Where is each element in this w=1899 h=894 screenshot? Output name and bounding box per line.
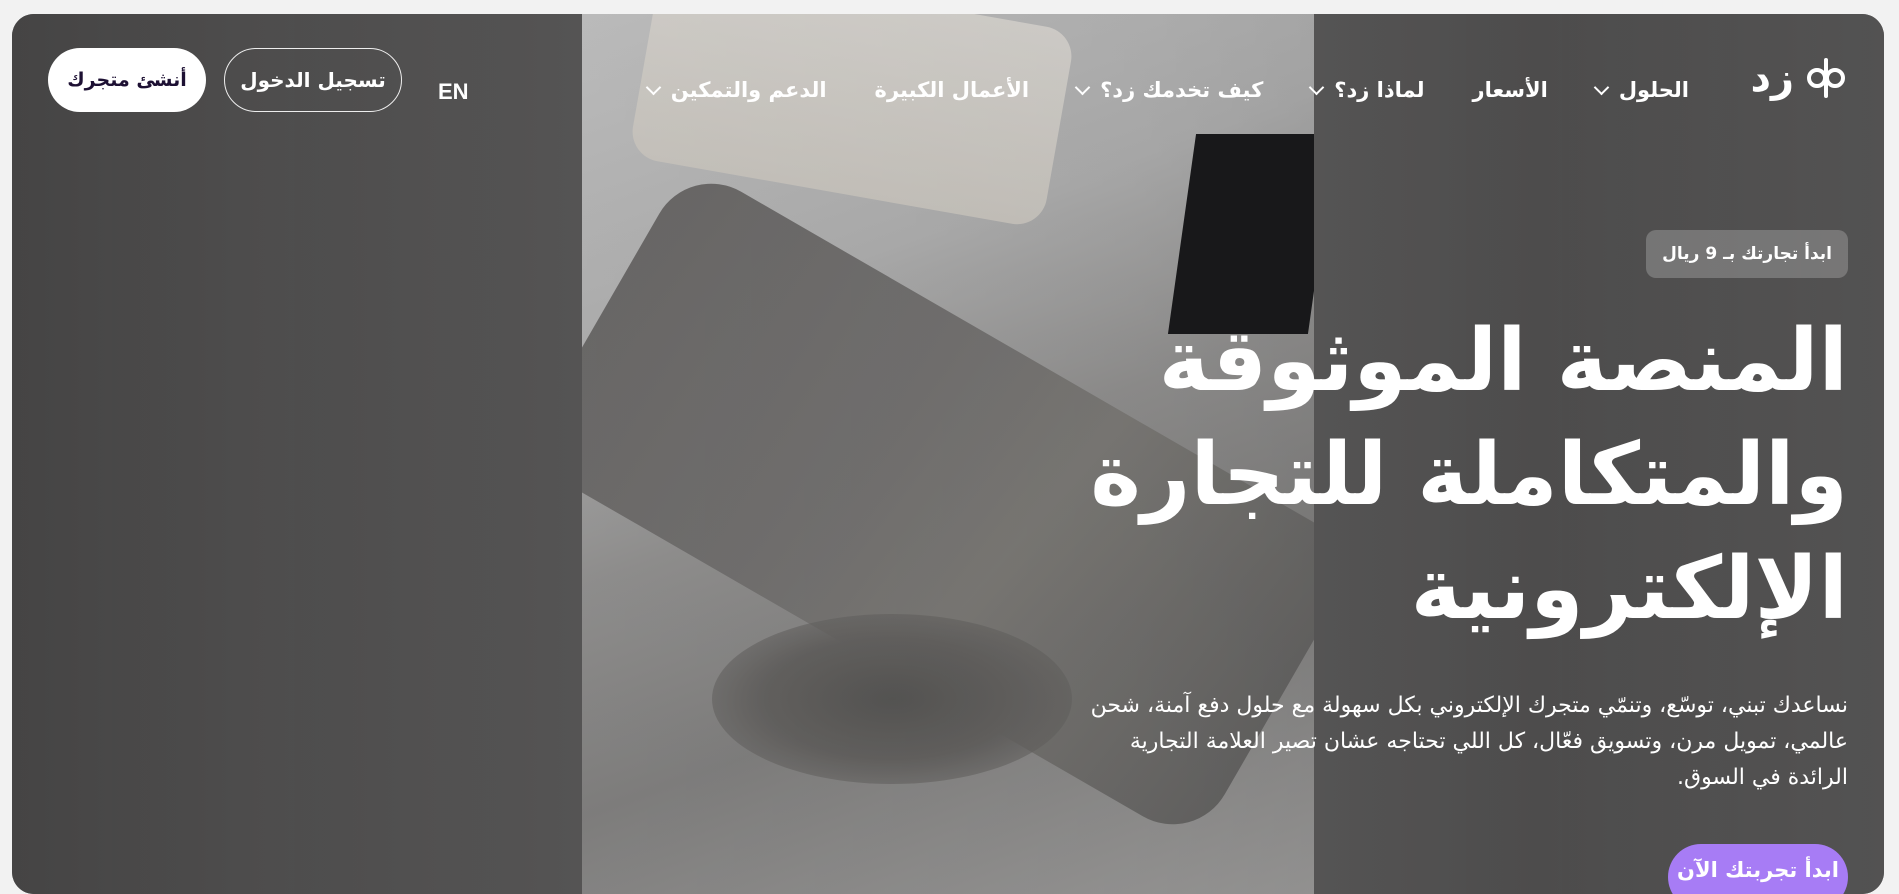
hero-title: المنصة الموثوقة والمتكاملة للتجارة الإلك… — [948, 304, 1848, 646]
chevron-down-icon — [1074, 79, 1091, 95]
hero-section: زد الحلول الأسعار لماذا زد؟ كيف تخدمك زد… — [12, 14, 1884, 894]
hero-description: نساعدك تبني، توسّع، وتنمّي متجرك الإلكتر… — [1090, 693, 1848, 790]
promo-badge: ابدأ تجارتك بـ 9 ريال — [1646, 230, 1848, 278]
login-button[interactable]: تسجيل الدخول — [224, 48, 402, 112]
nav-item-enterprise[interactable]: الأعمال الكبيرة — [875, 78, 1030, 102]
language-toggle[interactable]: EN — [438, 79, 469, 105]
chevron-down-icon — [1309, 79, 1325, 95]
nav-item-label: لماذا زد؟ — [1334, 78, 1425, 102]
chevron-down-icon — [1593, 79, 1610, 95]
zid-knot-icon — [1807, 58, 1845, 98]
hero-title-line: المنصة الموثوقة — [1158, 311, 1848, 411]
nav-item-label: كيف تخدمك زد؟ — [1100, 78, 1264, 102]
create-store-button[interactable]: أنشئ متجرك — [48, 48, 206, 112]
main-nav: الحلول الأسعار لماذا زد؟ كيف تخدمك زد؟ ا… — [645, 78, 1689, 102]
brand-logo[interactable]: زد — [1750, 56, 1848, 100]
logo-text: زد — [1750, 55, 1794, 101]
nav-item-how-zid-serves[interactable]: كيف تخدمك زد؟ — [1074, 78, 1264, 102]
site-header: زد الحلول الأسعار لماذا زد؟ كيف تخدمك زد… — [12, 14, 1884, 134]
nav-item-why-zid[interactable]: لماذا زد؟ — [1309, 78, 1425, 102]
hero-title-line: والمتكاملة للتجارة — [1090, 425, 1848, 525]
nav-item-support[interactable]: الدعم والتمكين — [645, 78, 827, 102]
hero-title-line: الإلكترونية — [1410, 539, 1848, 639]
start-trial-button[interactable]: ابدأ تجربتك الآن — [1668, 844, 1848, 894]
nav-item-label: الأعمال الكبيرة — [874, 78, 1030, 102]
nav-item-solutions[interactable]: الحلول — [1593, 78, 1689, 102]
nav-item-label: الأسعار — [1472, 78, 1548, 102]
nav-item-pricing[interactable]: الأسعار — [1472, 78, 1547, 102]
chevron-down-icon — [645, 79, 662, 95]
nav-item-label: الدعم والتمكين — [670, 78, 827, 102]
nav-item-label: الحلول — [1618, 78, 1689, 102]
